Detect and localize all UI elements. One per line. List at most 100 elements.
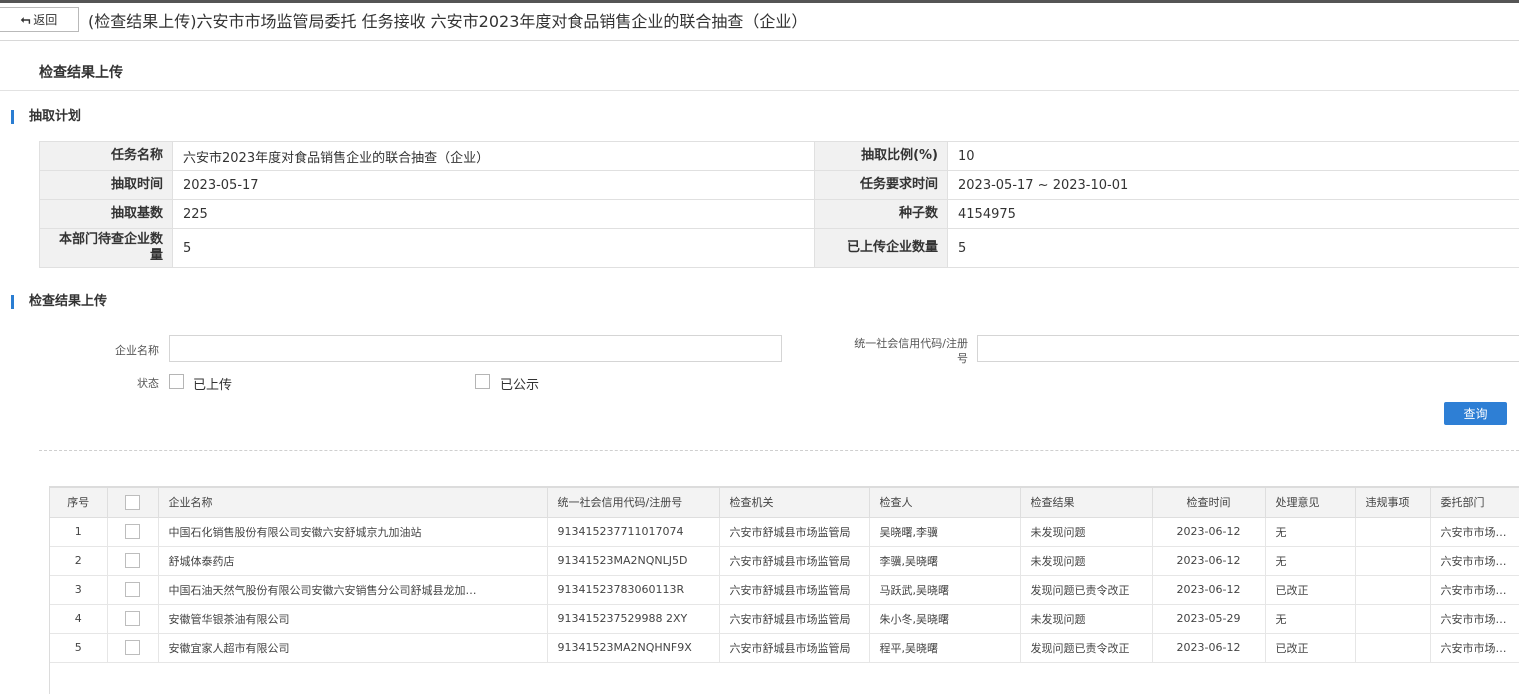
company-name-label: 企业名称 (115, 344, 159, 357)
pending-value: 5 (172, 228, 815, 268)
row-no: 4 (50, 604, 108, 634)
ratio-label: 抽取比例(%) (814, 141, 948, 171)
uploaded-label: 已上传企业数量 (814, 228, 948, 268)
row-violation (1355, 546, 1431, 576)
row-violation (1355, 575, 1431, 605)
return-arrow-icon: ⮢ (20, 12, 31, 26)
section-title-plan: 抽取计划 (11, 110, 81, 124)
uploaded-checkbox-label: 已上传 (193, 378, 233, 393)
back-button[interactable]: ⮢ 返回 (0, 7, 79, 32)
row-select (107, 575, 159, 605)
query-button[interactable]: 查询 (1444, 402, 1507, 425)
col-header-no: 序号 (50, 488, 108, 518)
row-inspector: 程平,吴晓曙 (869, 633, 1021, 663)
row-dept: 六安市市场监管局 (1430, 604, 1519, 634)
credit-code-input[interactable] (977, 335, 1519, 362)
table-row[interactable]: 3 中国石油天然气股份有限公司安徽六安销售分公司舒城县龙加… 913415237… (50, 575, 1519, 605)
row-date: 2023-06-12 (1152, 517, 1266, 547)
row-date: 2023-06-12 (1152, 575, 1266, 605)
row-checkbox[interactable] (125, 640, 140, 655)
published-checkbox-label: 已公示 (500, 378, 540, 393)
row-no: 2 (50, 546, 108, 576)
required-time-value: 2023-05-17 ~ 2023-10-01 (947, 170, 1519, 200)
plan-info-table: 任务名称 六安市2023年度对食品销售企业的联合抽查（企业） 抽取比例(%) 1… (39, 141, 1519, 268)
row-agency: 六安市舒城县市场监管局 (719, 517, 870, 547)
col-header-name: 企业名称 (158, 488, 548, 518)
row-checkbox[interactable] (125, 553, 140, 568)
row-opinion: 已改正 (1265, 633, 1356, 663)
row-no: 3 (50, 575, 108, 605)
row-violation (1355, 517, 1431, 547)
row-checkbox[interactable] (125, 524, 140, 539)
row-select (107, 633, 159, 663)
row-inspector: 李骥,吴晓曙 (869, 546, 1021, 576)
select-all-checkbox[interactable] (125, 494, 140, 510)
ratio-value: 10 (947, 141, 1519, 171)
base-label: 抽取基数 (39, 199, 173, 229)
seed-label: 种子数 (814, 199, 948, 229)
row-credit-code: 91341523MA2NQHNF9X (547, 633, 720, 663)
row-dept: 六安市市场监管局 (1430, 517, 1519, 547)
row-result: 未发现问题 (1020, 546, 1153, 576)
table-row[interactable]: 1 中国石化销售股份有限公司安徽六安舒城京九加油站 91341523771101… (50, 517, 1519, 547)
divider (0, 90, 1519, 91)
table-row[interactable]: 5 安徽宜家人超市有限公司 91341523MA2NQHNF9X 六安市舒城县市… (50, 633, 1519, 663)
task-name-value: 六安市2023年度对食品销售企业的联合抽查（企业） (172, 141, 815, 171)
page-title: 检查结果上传 (39, 65, 123, 81)
col-header-code: 统一社会信用代码/注册号 (547, 488, 720, 518)
company-name-input[interactable] (169, 335, 782, 362)
row-company-name[interactable]: 舒城体泰药店 (158, 546, 548, 576)
col-header-agency: 检查机关 (719, 488, 870, 518)
task-name-label: 任务名称 (39, 141, 173, 171)
status-label: 状态 (137, 377, 159, 390)
col-header-opinion: 处理意见 (1265, 488, 1356, 518)
base-value: 225 (172, 199, 815, 229)
row-result: 发现问题已责令改正 (1020, 575, 1153, 605)
row-dept: 六安市市场监管局 (1430, 546, 1519, 576)
row-violation (1355, 604, 1431, 634)
col-header-result: 检查结果 (1020, 488, 1153, 518)
row-date: 2023-06-12 (1152, 633, 1266, 663)
published-checkbox[interactable] (475, 374, 490, 389)
row-inspector: 朱小冬,吴晓曙 (869, 604, 1021, 634)
row-select (107, 546, 159, 576)
result-grid: 序号 企业名称 统一社会信用代码/注册号 检查机关 检查人 检查结果 检查时间 … (49, 486, 1519, 694)
row-credit-code: 913415237711017074 (547, 517, 720, 547)
row-company-name[interactable]: 中国石油天然气股份有限公司安徽六安销售分公司舒城县龙加… (158, 575, 548, 605)
row-agency: 六安市舒城县市场监管局 (719, 604, 870, 634)
row-company-name[interactable]: 中国石化销售股份有限公司安徽六安舒城京九加油站 (158, 517, 548, 547)
draw-time-label: 抽取时间 (39, 170, 173, 200)
page-header: ⮢ 返回 (检查结果上传)六安市市场监管局委托 任务接收 六安市2023年度对食… (0, 3, 1519, 41)
seed-value: 4154975 (947, 199, 1519, 229)
col-header-select (107, 488, 159, 518)
row-credit-code: 91341523MA2NQNLJ5D (547, 546, 720, 576)
table-row[interactable]: 4 安徽管华银茶油有限公司 913415237529988 2XY 六安市舒城县… (50, 604, 1519, 634)
row-credit-code: 91341523783060113R (547, 575, 720, 605)
uploaded-checkbox[interactable] (169, 374, 184, 389)
required-time-label: 任务要求时间 (814, 170, 948, 200)
table-header-row: 序号 企业名称 统一社会信用代码/注册号 检查机关 检查人 检查结果 检查时间 … (50, 488, 1519, 518)
row-checkbox[interactable] (125, 582, 140, 597)
col-header-date: 检查时间 (1152, 488, 1266, 518)
row-agency: 六安市舒城县市场监管局 (719, 633, 870, 663)
row-select (107, 517, 159, 547)
row-date: 2023-06-12 (1152, 546, 1266, 576)
row-credit-code: 913415237529988 2XY (547, 604, 720, 634)
row-agency: 六安市舒城县市场监管局 (719, 575, 870, 605)
row-result: 发现问题已责令改正 (1020, 633, 1153, 663)
row-opinion: 无 (1265, 546, 1356, 576)
dashed-divider (39, 450, 1519, 451)
row-opinion: 无 (1265, 517, 1356, 547)
table-row[interactable]: 2 舒城体泰药店 91341523MA2NQNLJ5D 六安市舒城县市场监管局 … (50, 546, 1519, 576)
draw-time-value: 2023-05-17 (172, 170, 815, 200)
row-company-name[interactable]: 安徽管华银茶油有限公司 (158, 604, 548, 634)
uploaded-value: 5 (947, 228, 1519, 268)
row-dept: 六安市市场监管局 (1430, 575, 1519, 605)
row-checkbox[interactable] (125, 611, 140, 626)
row-agency: 六安市舒城县市场监管局 (719, 546, 870, 576)
row-opinion: 无 (1265, 604, 1356, 634)
back-button-label: 返回 (33, 13, 58, 27)
row-select (107, 604, 159, 634)
credit-code-label: 统一社会信用代码/注册号 (854, 337, 968, 365)
row-company-name[interactable]: 安徽宜家人超市有限公司 (158, 633, 548, 663)
